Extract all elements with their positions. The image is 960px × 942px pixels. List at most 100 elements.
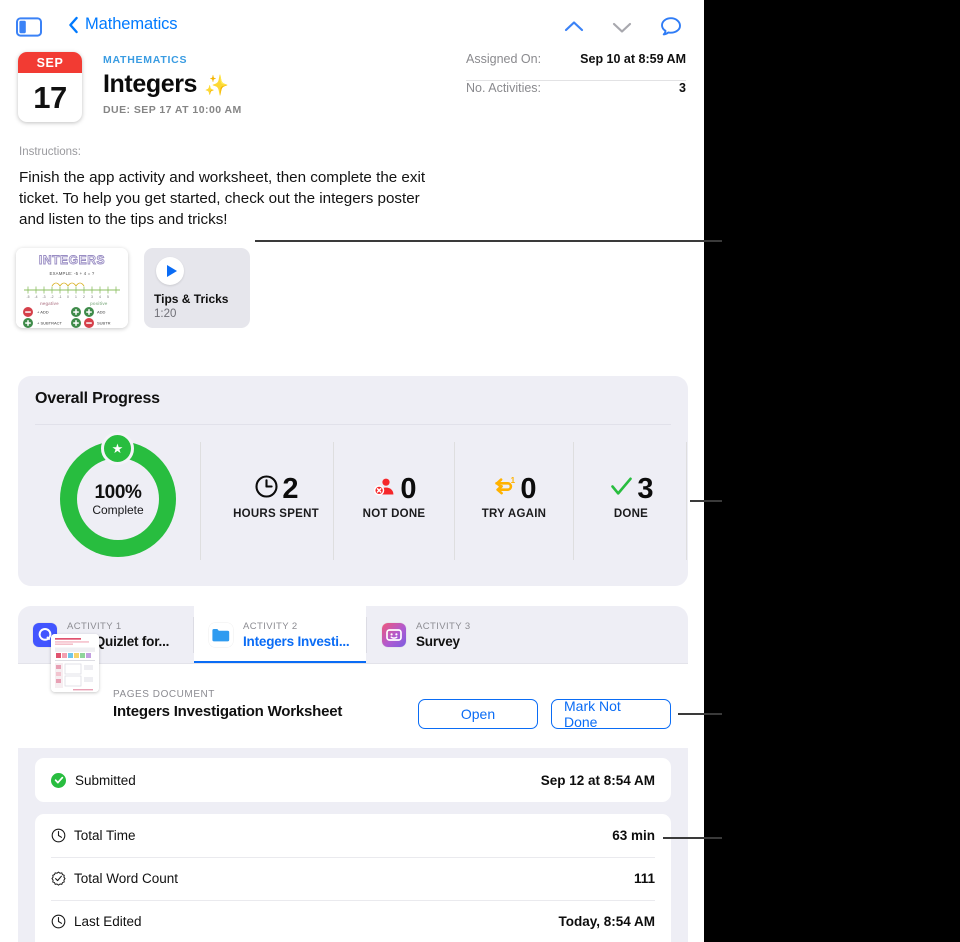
overall-progress-card: Overall Progress 100% Complete ★ 2 HOURS… <box>18 376 688 586</box>
detail-value: 63 min <box>612 828 655 843</box>
tab-activity-2[interactable]: ACTIVITY 2 Integers Investi... <box>194 606 366 664</box>
divider <box>200 442 201 560</box>
svg-text:INTEGERS: INTEGERS <box>39 253 105 267</box>
tab-name: Survey <box>416 634 460 649</box>
svg-text:EXAMPLE: -5 + 4 = ?: EXAMPLE: -5 + 4 = ? <box>50 271 95 276</box>
checkmark-icon <box>609 474 634 504</box>
svg-text:-5: -5 <box>26 295 29 299</box>
due-date-text: DUE: SEP 17 AT 10:00 AM <box>103 104 242 116</box>
document-name: Integers Investigation Worksheet <box>113 703 343 720</box>
speech-bubble-icon[interactable] <box>658 14 684 40</box>
tab-activity-3[interactable]: ACTIVITY 3 Survey <box>367 606 542 664</box>
page-title-text: Integers <box>103 70 198 98</box>
stat-hours-spent: 2 HOURS SPENT <box>216 472 336 521</box>
detail-row-last-edited: Last Edited Today, 8:54 AM <box>35 900 671 942</box>
navigation-bar: Mathematics <box>0 0 704 52</box>
stat-caption: NOT DONE <box>362 508 426 520</box>
svg-text:positive: positive <box>90 301 108 306</box>
navbar-actions <box>562 14 684 40</box>
back-to-mathematics-link[interactable]: Mathematics <box>68 15 178 34</box>
detail-row-total-time: Total Time 63 min <box>35 814 671 857</box>
screenshot-root: Mathematics SEP 17 MATHEMATICS Integers … <box>0 0 960 942</box>
stat-value: 3 <box>637 472 653 505</box>
svg-text:3: 3 <box>91 295 93 299</box>
not-done-icon <box>372 474 397 504</box>
video-duration: 1:20 <box>154 308 177 320</box>
progress-ring: 100% Complete ★ <box>60 432 176 557</box>
stat-caption: HOURS SPENT <box>233 508 319 520</box>
tab-kicker: ACTIVITY 1 <box>67 621 122 632</box>
chevron-down-icon[interactable] <box>610 15 634 39</box>
svg-text:-3: -3 <box>42 295 45 299</box>
svg-text:1: 1 <box>75 295 77 299</box>
tab-kicker: ACTIVITY 3 <box>416 621 471 632</box>
svg-text:5: 5 <box>107 295 109 299</box>
back-link-label: Mathematics <box>85 15 178 33</box>
assignment-meta-table: Assigned On: Sep 10 at 8:59 AM No. Activ… <box>466 52 686 109</box>
instructions-label: Instructions: <box>19 146 81 158</box>
svg-text:1: 1 <box>511 476 516 485</box>
stat-caption: DONE <box>613 508 649 520</box>
detail-value: 111 <box>633 871 655 886</box>
instructions-body: Finish the app activity and worksheet, t… <box>19 169 426 228</box>
survey-app-icon <box>382 623 406 647</box>
check-circle-icon <box>51 772 66 788</box>
submitted-label: Submitted <box>75 772 136 788</box>
meta-row: Assigned On: Sep 10 at 8:59 AM <box>466 52 686 80</box>
tab-name: Integers Investi... <box>243 634 350 649</box>
svg-text:4: 4 <box>99 295 101 299</box>
clock-icon <box>254 474 279 504</box>
meta-label: No. Activities: <box>466 81 542 95</box>
svg-text:2: 2 <box>83 295 85 299</box>
document-kicker: PAGES DOCUMENT <box>113 689 215 700</box>
chevron-left-icon <box>68 16 79 34</box>
tips-and-tricks-video[interactable]: Tips & Tricks 1:20 <box>144 248 250 328</box>
callout-line-progress <box>690 500 722 502</box>
detail-label: Total Word Count <box>74 871 179 886</box>
activities-card: ACTIVITY 1 Use Quizlet for... ACTIVITY 2 <box>18 606 688 942</box>
svg-text:+ ADD: + ADD <box>37 310 49 315</box>
callout-line-attachments <box>255 240 722 242</box>
due-date-calendar-badge: SEP 17 <box>18 52 82 122</box>
stat-caption: TRY AGAIN <box>481 508 547 520</box>
progress-sublabel: Complete <box>92 502 144 517</box>
submitted-value: Sep 12 at 8:54 AM <box>540 772 655 788</box>
attachment-list: INTEGERS EXAMPLE: -5 + 4 = ? -5 -4 -3 -2… <box>16 248 250 328</box>
meta-value: Sep 10 at 8:59 AM <box>580 52 686 66</box>
activity-tabs: ACTIVITY 1 Use Quizlet for... ACTIVITY 2 <box>18 606 688 664</box>
svg-text:negative: negative <box>40 301 59 306</box>
play-icon[interactable] <box>156 257 184 285</box>
meta-label: Assigned On: <box>466 52 542 66</box>
sidebar-toggle-icon[interactable] <box>16 17 42 37</box>
page-title: Integers ✨ <box>103 70 242 99</box>
star-icon: ★ <box>101 432 134 465</box>
activity-details-card: Total Time 63 min Total Word Count 111 L… <box>35 814 671 942</box>
progress-percent: 100% <box>94 481 142 503</box>
try-again-icon: 1 <box>492 474 517 504</box>
svg-text:0: 0 <box>67 295 69 299</box>
detail-label: Total Time <box>74 828 136 843</box>
svg-text:-2: -2 <box>50 295 53 299</box>
clock-icon <box>51 828 66 843</box>
divider <box>35 424 671 425</box>
stat-try-again: 1 0 TRY AGAIN <box>454 472 574 521</box>
video-title: Tips & Tricks <box>154 292 229 306</box>
calendar-day: 17 <box>33 79 67 115</box>
assignment-header: MATHEMATICS Integers ✨ DUE: SEP 17 AT 10… <box>103 54 242 116</box>
detail-row-word-count: Total Word Count 111 <box>35 857 671 900</box>
overall-progress-heading: Overall Progress <box>35 390 160 407</box>
chevron-up-icon[interactable] <box>562 15 586 39</box>
detail-value: Today, 8:54 AM <box>558 914 655 929</box>
svg-text:ADD: ADD <box>97 310 106 315</box>
stat-done: 3 DONE <box>571 472 691 520</box>
tab-activity-1[interactable]: ACTIVITY 1 Use Quizlet for... <box>18 606 193 664</box>
callout-line-buttons <box>678 713 722 715</box>
stat-value: 0 <box>400 472 416 505</box>
worksheet-thumbnail[interactable] <box>51 634 99 692</box>
sparkles-icon: ✨ <box>204 75 229 97</box>
mark-not-done-button[interactable]: Mark Not Done <box>551 698 671 730</box>
integers-poster-thumbnail[interactable]: INTEGERS EXAMPLE: -5 + 4 = ? -5 -4 -3 -2… <box>16 248 128 328</box>
open-button[interactable]: Open <box>418 699 538 729</box>
svg-text:+ SUBTRACT: + SUBTRACT <box>37 321 63 326</box>
tab-kicker: ACTIVITY 2 <box>243 621 298 632</box>
